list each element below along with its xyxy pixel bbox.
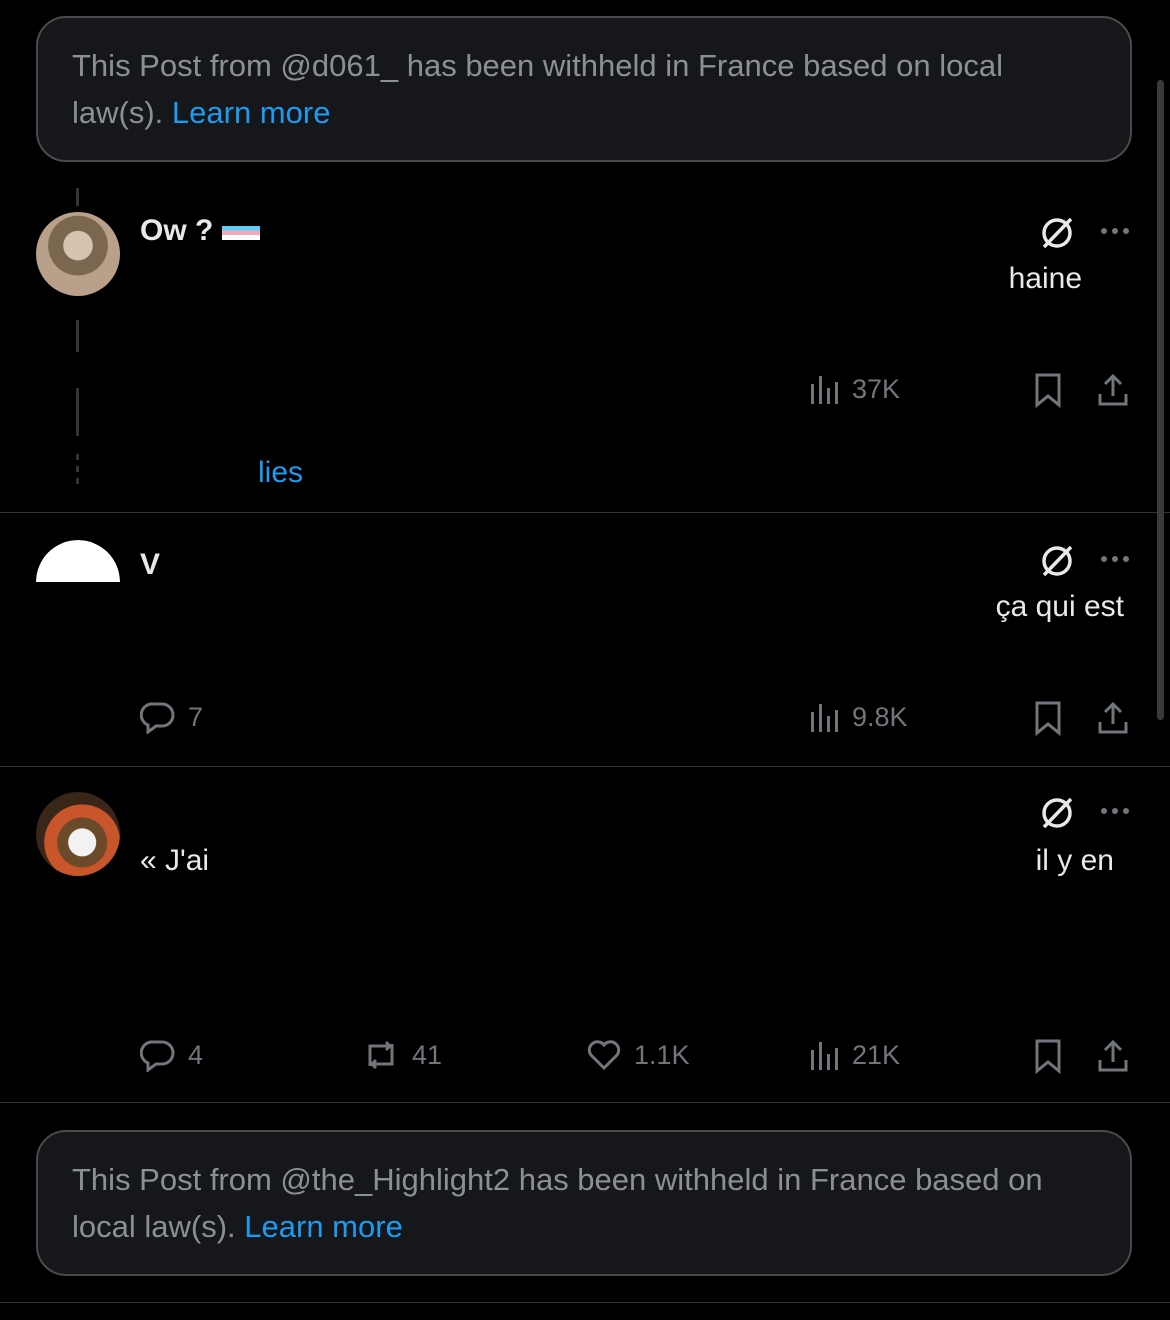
post-text: ça qui est — [995, 590, 1124, 623]
learn-more-link[interactable]: Learn more — [244, 1209, 403, 1244]
slashed-circle-icon[interactable] — [1038, 214, 1076, 252]
views-count: 21K — [852, 1039, 901, 1070]
reply-icon — [140, 702, 175, 734]
reply-button[interactable]: 7 — [140, 700, 203, 734]
views-button[interactable]: 37K — [808, 372, 900, 406]
scrollbar[interactable] — [1157, 80, 1164, 720]
display-name[interactable]: V — [140, 548, 160, 582]
like-button[interactable]: 1.1K — [586, 1038, 690, 1072]
withheld-notice-text: This Post from @the_Highlight2 has been … — [72, 1162, 1043, 1244]
flag-icon — [222, 226, 260, 240]
like-count: 1.1K — [634, 1039, 690, 1070]
divider — [0, 1302, 1170, 1303]
share-icon[interactable] — [1096, 700, 1130, 736]
repost-button[interactable]: 41 — [362, 1038, 442, 1072]
learn-more-link[interactable]: Learn more — [172, 95, 331, 130]
slashed-circle-icon[interactable] — [1038, 794, 1076, 832]
views-icon — [811, 1042, 838, 1070]
more-icon[interactable] — [1098, 214, 1132, 248]
divider — [0, 512, 1170, 513]
withheld-notice: This Post from @the_Highlight2 has been … — [36, 1130, 1132, 1276]
post-text: haine — [1008, 262, 1082, 295]
more-icon[interactable] — [1098, 542, 1132, 576]
display-name[interactable]: Ow ? — [140, 214, 213, 248]
avatar[interactable] — [36, 792, 120, 876]
post-text-start: « J'ai — [140, 844, 210, 877]
divider — [0, 1102, 1170, 1103]
reply-count: 4 — [188, 1039, 204, 1070]
post-text: il y en — [1035, 844, 1114, 877]
thread-line — [76, 188, 79, 206]
divider — [0, 766, 1170, 767]
withheld-notice: This Post from @d061_ has been withheld … — [36, 16, 1132, 162]
views-button[interactable]: 21K — [808, 1038, 900, 1072]
avatar[interactable] — [36, 212, 120, 296]
thread-line — [76, 320, 79, 352]
bookmark-icon[interactable] — [1032, 700, 1064, 736]
views-count: 9.8K — [852, 701, 908, 732]
share-icon[interactable] — [1096, 372, 1130, 408]
show-replies-link[interactable]: lies — [258, 456, 303, 490]
repost-icon — [368, 1040, 394, 1070]
bookmark-icon[interactable] — [1032, 372, 1064, 408]
share-icon[interactable] — [1096, 1038, 1130, 1074]
reply-icon — [140, 1040, 175, 1072]
slashed-circle-icon[interactable] — [1038, 542, 1076, 580]
bookmark-icon[interactable] — [1032, 1038, 1064, 1074]
more-icon[interactable] — [1098, 794, 1132, 828]
views-count: 37K — [852, 373, 901, 404]
reply-button[interactable]: 4 — [140, 1038, 203, 1072]
avatar[interactable] — [36, 540, 120, 624]
views-icon — [811, 704, 838, 732]
thread-line — [76, 388, 79, 436]
repost-count: 41 — [412, 1039, 443, 1070]
views-button[interactable]: 9.8K — [808, 700, 908, 734]
reply-count: 7 — [188, 701, 204, 732]
thread-dots — [76, 454, 79, 488]
views-icon — [811, 376, 838, 404]
like-icon — [587, 1040, 621, 1071]
